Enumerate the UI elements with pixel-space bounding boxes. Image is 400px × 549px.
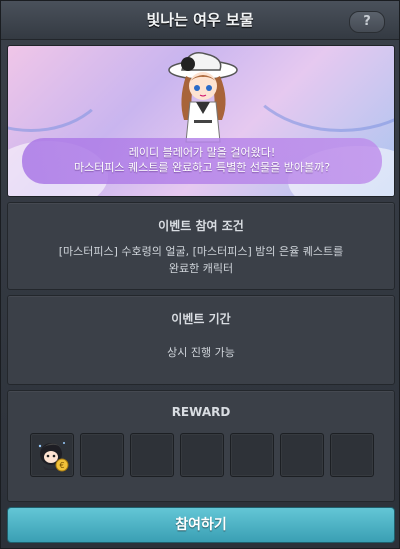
period-title: 이벤트 기간 (171, 312, 231, 326)
reward-title: REWARD (171, 405, 231, 419)
period-panel: 이벤트 기간 상시 진행 가능 (7, 295, 395, 385)
speech-bubble: 레이디 블레어가 말을 걸어왔다! 마스터피스 퀘스트를 완료하고 특별한 선물… (22, 138, 382, 184)
reward-panel: REWARD € (7, 390, 395, 502)
join-button[interactable]: 참여하기 (7, 507, 395, 543)
ribbon-decor (8, 46, 114, 132)
reward-slot-2[interactable] (80, 433, 124, 477)
help-button[interactable]: ? (349, 11, 385, 33)
banner-line-1: 레이디 블레어가 말을 걸어왔다! (128, 146, 276, 159)
reward-slots: € (30, 433, 374, 477)
banner-line-2: 마스터피스 퀘스트를 완료하고 특별한 선물을 받아볼까? (73, 161, 331, 174)
lady-blair-character-icon (168, 52, 238, 143)
condition-line-1: [마스터피스] 수호령의 얼굴, [마스터피스] 밤의 은율 퀘스트를 (58, 245, 344, 258)
event-window: 빛나는 여우 보물 ? 레이디 블레어가 말을 걸어왔다! 마스터피스 퀘스트를… (0, 0, 400, 549)
reward-slot-7[interactable] (330, 433, 374, 477)
character-pet-icon: € (38, 442, 69, 472)
svg-text:€: € (59, 461, 64, 470)
reward-slot-4[interactable] (180, 433, 224, 477)
title-bar: 빛나는 여우 보물 ? (1, 1, 399, 40)
reward-slot-1[interactable]: € (30, 433, 74, 477)
reward-slot-6[interactable] (280, 433, 324, 477)
condition-panel: 이벤트 참여 조건 [마스터피스] 수호령의 얼굴, [마스터피스] 밤의 은율… (7, 202, 395, 290)
condition-line-2: 완료한 캐릭터 (168, 262, 234, 275)
reward-slot-3[interactable] (130, 433, 174, 477)
period-text: 상시 진행 가능 (167, 346, 235, 359)
reward-slot-5[interactable] (230, 433, 274, 477)
window-title: 빛나는 여우 보물 (146, 11, 254, 29)
ribbon-decor (238, 46, 394, 132)
condition-text: [마스터피스] 수호령의 얼굴, [마스터피스] 밤의 은율 퀘스트를 완료한 … (8, 243, 394, 277)
condition-title: 이벤트 참여 조건 (158, 219, 244, 233)
event-banner: 레이디 블레어가 말을 걸어왔다! 마스터피스 퀘스트를 완료하고 특별한 선물… (7, 45, 395, 197)
